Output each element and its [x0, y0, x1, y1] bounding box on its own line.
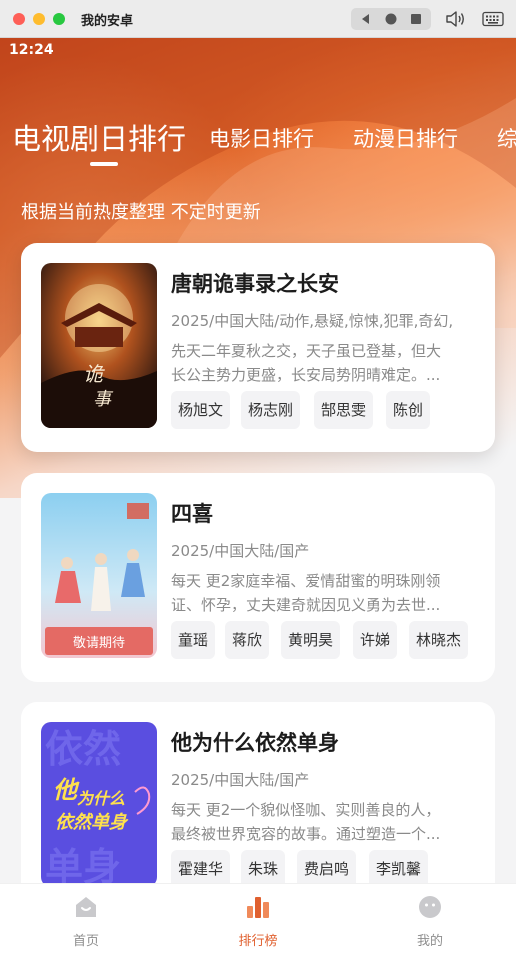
home-icon[interactable] [383, 11, 399, 27]
keyboard-icon[interactable] [482, 11, 504, 27]
card-description: 每天 更2家庭幸福、爱情甜蜜的明珠刚领 证、怀孕，丈夫建奇就因见义勇为去世... [171, 569, 471, 617]
svg-text:依然单身: 依然单身 [55, 812, 129, 833]
actor-tag[interactable]: 童瑶 [171, 621, 216, 659]
window-titlebar: 我的安卓 [0, 0, 516, 38]
card-description: 每天 更2一个貌似怪咖、实则善良的人， 最终被世界宽容的故事。通过塑造一个... [171, 798, 471, 846]
card-meta: 2025/中国大陆/动作,悬疑,惊悚,犯罪,奇幻, [171, 312, 454, 330]
bottom-navigation: 首页 排行榜 我的 [0, 883, 516, 955]
svg-text:依然: 依然 [45, 727, 121, 771]
phone-screen: 12:24 电视剧日排行 电影日排行 动漫日排行 综 根据当前热度整理 不定时更… [0, 38, 516, 955]
nav-label: 首页 [72, 934, 99, 949]
card-title[interactable]: 四喜 [171, 498, 213, 528]
poster-art: 敬请期待 [41, 493, 157, 658]
actor-tag[interactable]: 黄明昊 [281, 621, 341, 659]
svg-text:他: 他 [53, 776, 80, 804]
ranking-card[interactable]: 诡 事 唐朝诡事录之长安 2025/中国大陆/动作,悬疑,惊悚,犯罪,奇幻, 先… [21, 243, 495, 452]
actor-tag[interactable]: 许娣 [353, 621, 398, 659]
recents-icon[interactable] [408, 11, 424, 27]
description-line: 每天 更2一个貌似怪咖、实则善良的人， [171, 801, 441, 819]
description-line: 先天二年夏秋之交，天子虽已登基，但大 [171, 342, 442, 360]
tab-tv-daily[interactable]: 电视剧日排行 [12, 116, 186, 158]
nav-ranking[interactable]: 排行榜 [172, 884, 344, 955]
card-meta: 2025/中国大陆/国产 [171, 542, 310, 560]
nav-label: 我的 [416, 934, 443, 949]
poster-banner-text: 敬请期待 [73, 635, 125, 651]
description-line: 长公主势力更盛，长安局势阴晴难定。... [171, 366, 441, 384]
poster-art: 依然 单身 他 为什么 依然单身 [41, 722, 157, 887]
ranking-tab-icon [247, 897, 269, 918]
zoom-window-button[interactable] [53, 13, 65, 25]
actor-tag[interactable]: 蒋欣 [225, 621, 270, 659]
poster-image[interactable]: 诡 事 [41, 263, 157, 428]
tab-movie-daily[interactable]: 电影日排行 [209, 123, 314, 153]
actor-tag[interactable]: 林晓杰 [409, 621, 469, 659]
poster-image[interactable]: 依然 单身 他 为什么 依然单身 [41, 722, 157, 887]
ranking-card[interactable]: 敬请期待 四喜 2025/中国大陆/国产 每天 更2家庭幸福、爱情甜蜜的明珠刚领… [21, 473, 495, 682]
nav-label: 排行榜 [238, 934, 278, 949]
svg-text:事: 事 [93, 389, 114, 410]
tab-anime-daily[interactable]: 动漫日排行 [353, 123, 458, 153]
nav-profile[interactable]: 我的 [344, 884, 516, 955]
description-line: 最终被世界宽容的故事。通过塑造一个... [171, 825, 441, 843]
actor-tag[interactable]: 杨志刚 [241, 391, 301, 429]
svg-text:单身: 单身 [45, 845, 121, 887]
description-line: 每天 更2家庭幸福、爱情甜蜜的明珠刚领 [171, 572, 441, 590]
description-line: 证、怀孕，丈夫建奇就因见义勇为去世... [171, 596, 441, 614]
device-controls [351, 8, 431, 30]
svg-text:诡: 诡 [83, 362, 105, 386]
profile-tab-icon [419, 896, 441, 918]
volume-icon[interactable] [445, 9, 467, 29]
card-title[interactable]: 他为什么依然单身 [171, 727, 339, 757]
actor-tag[interactable]: 陈创 [386, 391, 431, 429]
actor-tag[interactable]: 郜思雯 [314, 391, 374, 429]
card-description: 先天二年夏秋之交，天子虽已登基，但大 长公主势力更盛，长安局势阴晴难定。... [171, 339, 471, 387]
ranking-tabs: 电视剧日排行 电影日排行 动漫日排行 综 [0, 108, 516, 168]
close-window-button[interactable] [13, 13, 25, 25]
tab-variety[interactable]: 综 [497, 123, 516, 153]
card-meta: 2025/中国大陆/国产 [171, 771, 310, 789]
actor-tag[interactable]: 杨旭文 [171, 391, 231, 429]
nav-home[interactable]: 首页 [0, 884, 172, 955]
poster-image[interactable]: 敬请期待 [41, 493, 157, 658]
window-title: 我的安卓 [81, 14, 134, 29]
poster-art: 诡 事 [41, 263, 157, 428]
minimize-window-button[interactable] [33, 13, 45, 25]
status-time: 12:24 [9, 42, 54, 58]
home-tab-icon [76, 897, 96, 917]
svg-text:为什么: 为什么 [77, 789, 125, 808]
back-icon[interactable] [358, 11, 374, 27]
card-title[interactable]: 唐朝诡事录之长安 [171, 268, 339, 298]
ranking-subtitle: 根据当前热度整理 不定时更新 [21, 202, 261, 223]
active-tab-indicator [90, 162, 118, 166]
